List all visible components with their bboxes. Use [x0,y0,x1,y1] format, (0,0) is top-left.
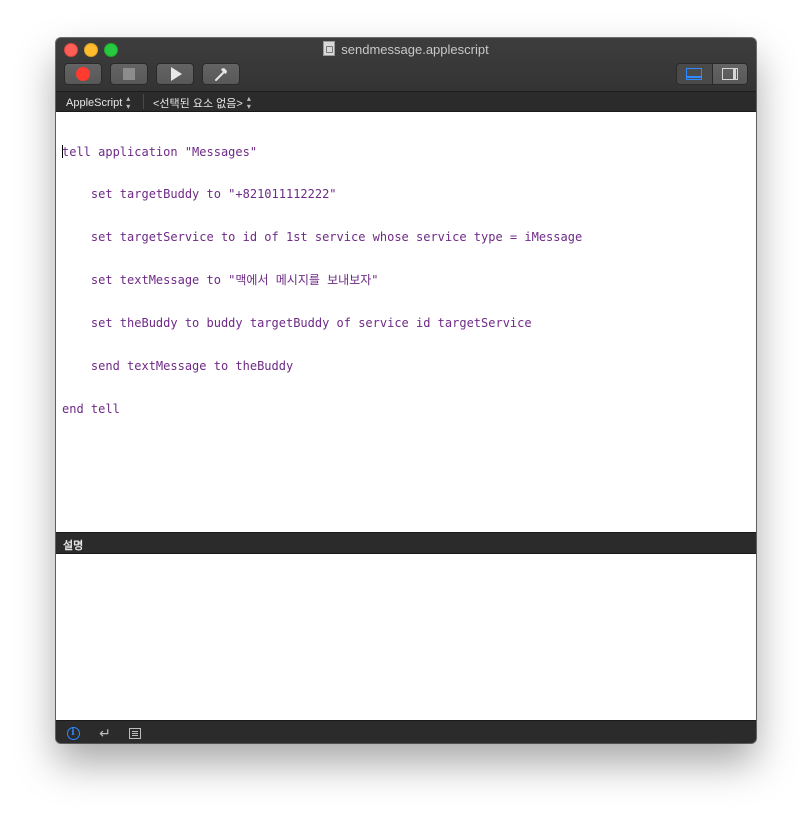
script-editor-window: sendmessage.applescript AppleScript ▴ ▾ … [56,38,756,743]
info-icon: i [66,726,80,740]
description-header: 설명 [56,532,756,554]
description-text-area[interactable] [56,554,756,720]
view-toggle [676,63,748,85]
stop-icon [123,68,135,80]
language-popup[interactable]: AppleScript ▴ ▾ [66,95,130,111]
window-title-text: sendmessage.applescript [341,42,489,57]
element-label: <선택된 요소 없음> [153,98,243,110]
result-tab-button[interactable]: ↵ [97,725,113,741]
toolbar: sendmessage.applescript [56,38,756,92]
bottom-pane-icon [686,68,703,80]
code-line: set theBuddy to buddy targetBuddy of ser… [62,316,532,331]
show-bottom-pane-button[interactable] [677,64,713,84]
info-tab-button[interactable]: i [65,725,81,741]
show-side-pane-button[interactable] [712,64,747,84]
document-icon [323,41,336,56]
code-line: set targetService to id of 1st service w… [62,230,583,245]
code-line: send textMessage to theBuddy [62,359,294,374]
script-editor[interactable]: tell application "Messages" set targetBu… [56,112,756,532]
description-label: 설명 [63,540,84,552]
hammer-icon [215,68,227,81]
code-line: set textMessage to "맥에서 메시지를 보내보자" [62,273,379,288]
run-button[interactable] [156,63,194,85]
side-pane-icon [721,68,738,80]
bottom-bar: i ↵ [56,720,756,743]
chevron-updown-icon: ▴ ▾ [246,94,251,111]
record-button[interactable] [64,63,102,85]
run-icon [171,67,182,81]
stop-button[interactable] [110,63,148,85]
code-text[interactable]: tell application "Messages" set targetBu… [56,112,756,449]
element-popup[interactable]: <선택된 요소 없음> ▴ ▾ [153,95,251,111]
return-icon: ↵ [99,725,111,741]
compile-button[interactable] [202,63,240,85]
code-line: set targetBuddy to "+821011112222" [62,187,337,202]
language-label: AppleScript [66,97,123,109]
log-tab-button[interactable] [127,725,143,741]
code-line: end tell [62,401,120,416]
code-line: tell application "Messages" [62,144,258,159]
nav-divider [143,94,144,109]
window-title: sendmessage.applescript [56,41,756,58]
navigation-bar: AppleScript ▴ ▾ <선택된 요소 없음> ▴ ▾ [56,92,756,112]
chevron-updown-icon: ▴ ▾ [126,94,131,111]
list-icon [129,727,141,739]
record-icon [76,67,90,81]
